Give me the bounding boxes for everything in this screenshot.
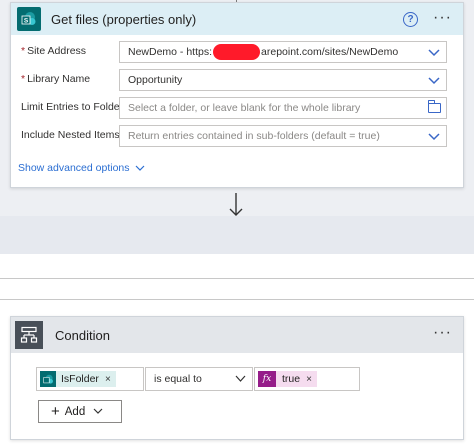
limit-folder-label: Limit Entries to Folder — [21, 101, 124, 113]
get-files-title: Get files (properties only) — [51, 11, 197, 27]
chevron-down-icon[interactable] — [428, 75, 440, 85]
condition-left-operand[interactable]: IsFolder × — [36, 367, 144, 391]
add-button[interactable]: + Add — [38, 400, 122, 423]
help-icon[interactable]: ? — [403, 12, 418, 27]
chevron-down-icon — [93, 408, 103, 414]
folder-icon[interactable] — [428, 100, 441, 113]
expression-token[interactable]: fx true × — [258, 371, 317, 387]
token-label: IsFolder — [61, 373, 99, 385]
svg-text:S: S — [24, 18, 29, 25]
canvas-gap — [0, 216, 474, 254]
site-address-label: * Site Address — [21, 45, 87, 57]
nested-items-dropdown[interactable]: Return entries contained in sub-folders … — [119, 125, 447, 147]
sharepoint-icon: S — [17, 7, 41, 31]
divider — [0, 278, 474, 279]
divider — [0, 299, 474, 300]
nested-items-label: Include Nested Items — [21, 129, 120, 141]
limit-folder-input[interactable]: Select a folder, or leave blank for the … — [119, 97, 447, 119]
site-address-value-prefix: NewDemo - https: — [128, 46, 213, 58]
get-files-action-card[interactable]: S Get files (properties only) ? ··· * Sit… — [10, 2, 464, 188]
chevron-down-icon — [135, 165, 144, 171]
nested-items-placeholder: Return entries contained in sub-folders … — [128, 130, 380, 142]
more-options-icon[interactable]: ··· — [433, 9, 452, 27]
library-name-label: * Library Name — [21, 73, 91, 85]
sharepoint-icon — [40, 371, 56, 387]
operator-value: is equal to — [154, 373, 202, 385]
token-label: true — [282, 373, 301, 385]
chevron-down-icon — [235, 375, 246, 382]
plus-icon: + — [51, 403, 60, 420]
more-options-icon[interactable]: ··· — [433, 324, 452, 342]
get-files-card-header[interactable]: S Get files (properties only) ? ··· — [11, 3, 463, 35]
remove-token-icon[interactable]: × — [105, 374, 111, 385]
required-marker: * — [21, 73, 26, 85]
add-label: Add — [64, 405, 86, 418]
library-name-dropdown[interactable]: Opportunity — [119, 69, 447, 91]
chevron-down-icon[interactable] — [428, 47, 440, 57]
fx-icon: fx — [258, 371, 276, 387]
condition-title: Condition — [55, 327, 110, 343]
condition-right-operand[interactable]: fx true × — [254, 367, 360, 391]
library-name-value: Opportunity — [128, 74, 183, 86]
limit-folder-placeholder: Select a folder, or leave blank for the … — [128, 102, 361, 114]
condition-icon — [15, 321, 43, 349]
site-address-dropdown[interactable]: NewDemo - https: arepoint.com/sites/NewD… — [119, 41, 447, 63]
operator-dropdown[interactable]: is equal to — [145, 367, 253, 391]
remove-token-icon[interactable]: × — [306, 374, 312, 385]
show-advanced-options-link[interactable]: Show advanced options — [18, 162, 145, 174]
required-marker: * — [21, 45, 26, 57]
redaction-mark — [213, 44, 261, 60]
chevron-down-icon[interactable] — [428, 131, 440, 141]
dynamic-content-token[interactable]: IsFolder × — [40, 371, 116, 387]
site-address-value-suffix: arepoint.com/sites/NewDemo — [261, 46, 399, 58]
condition-card-header[interactable]: Condition ··· — [11, 317, 463, 353]
